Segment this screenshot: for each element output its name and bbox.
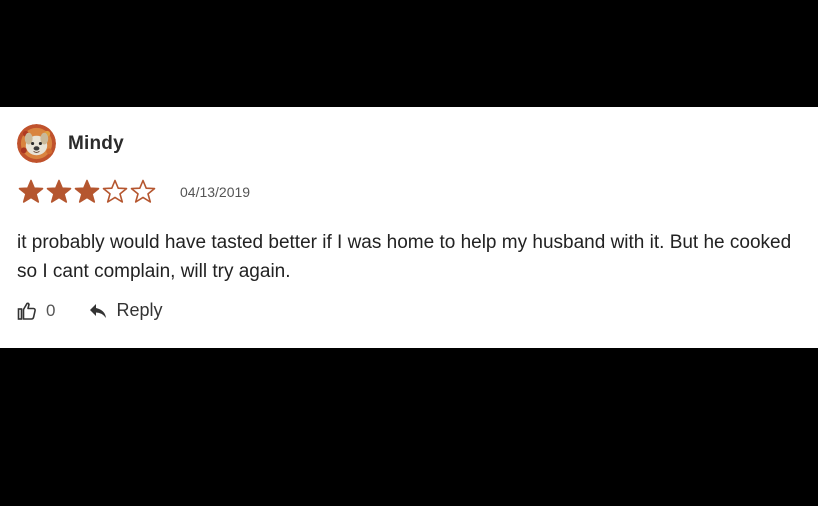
star-filled-icon [74,179,100,203]
star-filled-icon [18,179,44,203]
dog-avatar-icon[interactable] [17,124,56,163]
review-date: 04/13/2019 [180,184,251,200]
review-card: Mindy 04/13/2019 it probably would have … [0,107,818,348]
helpful-button[interactable]: 0 [17,301,55,321]
reply-button[interactable]: Reply [89,300,163,321]
review-text: it probably would have tasted better if … [17,232,792,282]
star-filled-icon [46,179,72,203]
reply-arrow-icon [90,303,107,318]
thumbs-up-icon [17,302,36,320]
star-empty-icon [130,179,156,203]
rating-row: 04/13/2019 [18,179,250,205]
screen-frame: Mindy 04/13/2019 it probably would have … [0,0,818,506]
star-rating [18,179,158,205]
review-header: Mindy [17,124,124,163]
review-author-name[interactable]: Mindy [68,133,124,155]
reply-label: Reply [116,300,163,320]
helpful-count: 0 [46,300,56,320]
review-actions: 0 Reply [17,300,163,321]
star-empty-icon [102,179,128,203]
